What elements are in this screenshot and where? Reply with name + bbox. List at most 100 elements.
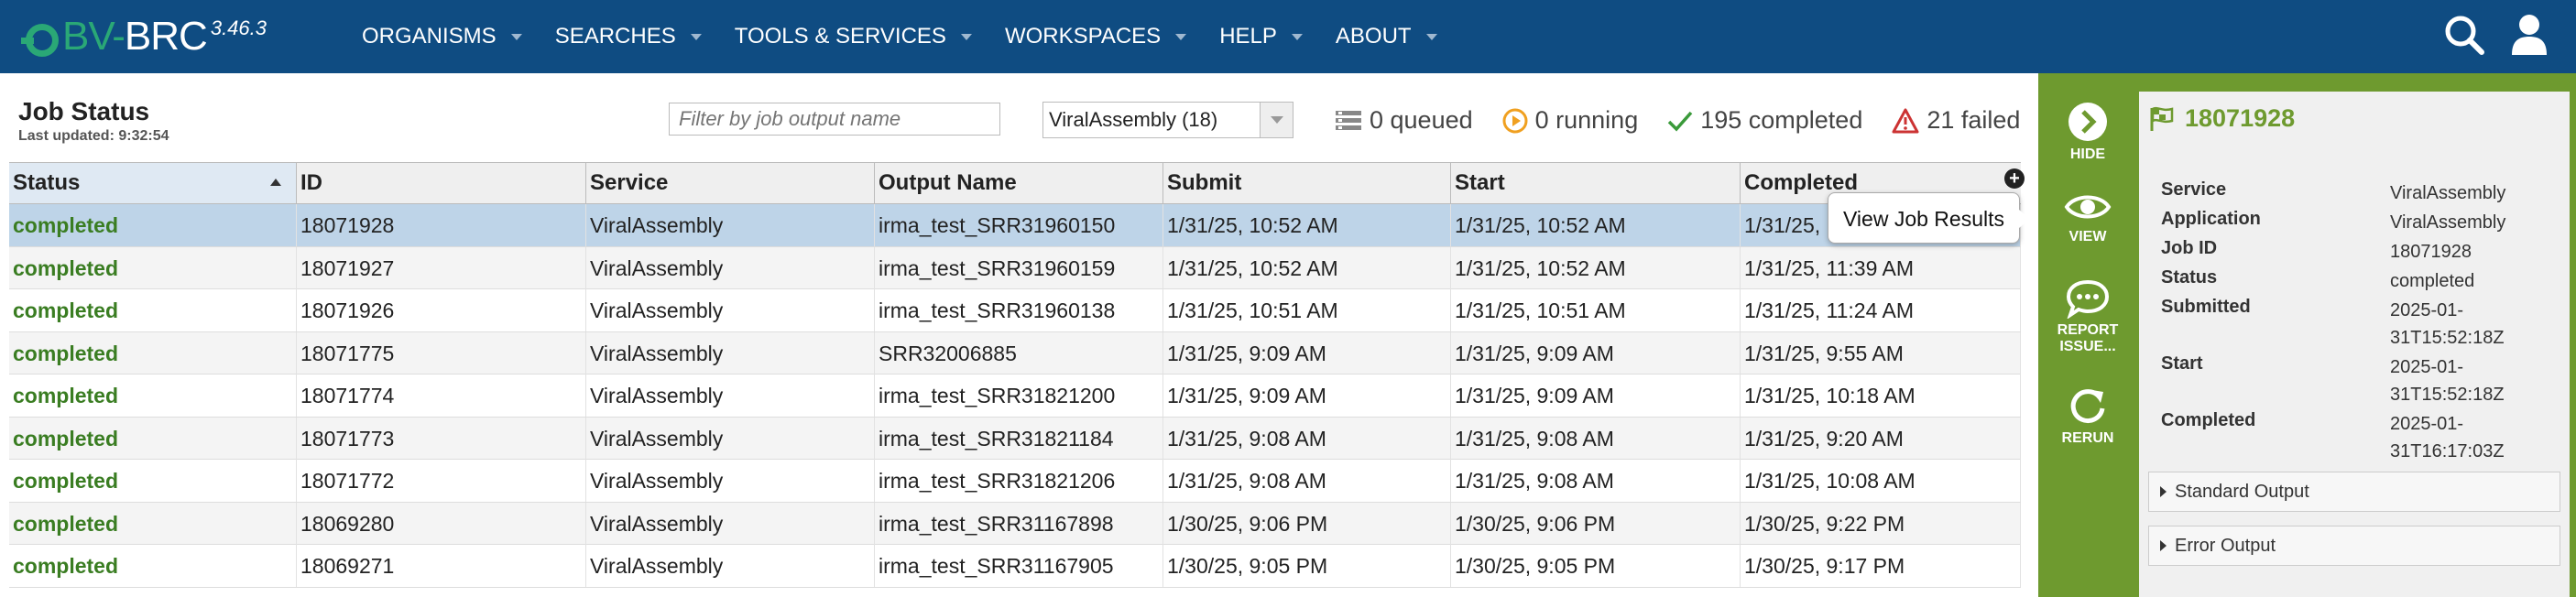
column-header-output-name[interactable]: Output Name xyxy=(875,163,1163,203)
top-navbar: BV-BRC 3.46.3 ORGANISMS SEARCHES TOOLS &… xyxy=(0,0,2576,73)
user-icon[interactable] xyxy=(2510,13,2549,57)
warning-icon xyxy=(1892,108,1919,133)
chevron-down-icon xyxy=(960,33,972,40)
cell-id: 18069271 xyxy=(297,545,586,587)
column-header-status[interactable]: Status xyxy=(9,163,297,203)
nav-workspaces[interactable]: WORKSPACES xyxy=(1005,24,1187,49)
cell-completed: 1/30/25, 9:17 PM xyxy=(1741,545,2021,587)
report-issue-button[interactable]: REPORT ISSUE... xyxy=(2038,278,2137,355)
cell-status: completed xyxy=(9,417,297,460)
cell-completed: 1/31/25, 10:08 AM xyxy=(1741,460,2021,502)
cell-service: ViralAssembly xyxy=(586,204,875,246)
column-header-submit[interactable]: Submit xyxy=(1163,163,1451,203)
table-row[interactable]: completed 18069271 ViralAssembly irma_test_… xyxy=(9,545,2021,588)
cell-service: ViralAssembly xyxy=(586,417,875,460)
play-circle-icon xyxy=(1502,108,1528,133)
table-row[interactable]: completed 18071774 ViralAssembly irma_test_… xyxy=(9,374,2021,418)
cell-id: 18071927 xyxy=(297,246,586,289)
cell-completed: 1/31/25, 9:55 AM xyxy=(1741,331,2021,374)
cell-output-name: irma_test_SRR31960159 xyxy=(875,246,1163,289)
queued-stat[interactable]: 0 queued xyxy=(1335,106,1473,135)
cell-submit: 1/31/25, 9:08 AM xyxy=(1163,460,1451,502)
cell-status: completed xyxy=(9,374,297,417)
table-row[interactable]: completed 18071928 ViralAssembly irma_test_… xyxy=(9,204,2021,247)
flag-icon xyxy=(2150,106,2174,131)
cell-service: ViralAssembly xyxy=(586,289,875,331)
chevron-down-icon xyxy=(690,33,702,40)
table-row[interactable]: completed 18071927 ViralAssembly irma_test_… xyxy=(9,246,2021,289)
nav-help[interactable]: HELP xyxy=(1219,24,1303,49)
cell-start: 1/31/25, 9:08 AM xyxy=(1451,460,1741,502)
error-output-accordion[interactable]: Error Output xyxy=(2148,526,2560,566)
failed-stat[interactable]: 21 failed xyxy=(1892,106,2020,135)
job-status-panel: Job Status Last updated: 9:32:54 ViralAs… xyxy=(0,73,2038,597)
job-stats: 0 queued 0 running 195 completed 21 fail… xyxy=(1335,106,2049,135)
cell-start: 1/31/25, 9:09 AM xyxy=(1451,374,1741,417)
table-row[interactable]: completed 18071926 ViralAssembly irma_test_… xyxy=(9,289,2021,332)
table-body: completed 18071928 ViralAssembly irma_test_… xyxy=(9,204,2021,588)
refresh-icon xyxy=(2070,389,2105,424)
job-detail-panel: 18071928 Service ViralAssembly Applicatio… xyxy=(2139,92,2570,597)
nav-searches[interactable]: SEARCHES xyxy=(555,24,702,49)
nav-tools-services[interactable]: TOOLS & SERVICES xyxy=(735,24,972,49)
table-row[interactable]: completed 18071773 ViralAssembly irma_test_… xyxy=(9,417,2021,460)
page-title: Job Status xyxy=(18,97,150,125)
completed-stat[interactable]: 195 completed xyxy=(1667,106,1862,135)
column-header-id[interactable]: ID xyxy=(297,163,586,203)
cell-submit: 1/31/25, 10:52 AM xyxy=(1163,204,1451,246)
action-bar: HIDE VIEW REPORT ISSUE... RERUN xyxy=(2038,73,2137,597)
cell-output-name: irma_test_SRR31821200 xyxy=(875,374,1163,417)
cell-status: completed xyxy=(9,545,297,587)
cell-output-name: irma_test_SRR31821184 xyxy=(875,417,1163,460)
output-name-filter-input[interactable] xyxy=(669,103,1000,136)
table-row[interactable]: completed 18071772 ViralAssembly irma_test_… xyxy=(9,460,2021,503)
cell-status: completed xyxy=(9,331,297,374)
chevron-down-icon xyxy=(510,33,522,40)
cell-completed: 1/31/25, 10:18 AM xyxy=(1741,374,2021,417)
cell-output-name: SRR32006885 xyxy=(875,331,1163,374)
add-column-icon[interactable]: + xyxy=(2004,168,2025,189)
service-filter-select[interactable]: ViralAssembly (18) xyxy=(1042,102,1293,138)
cell-status: completed xyxy=(9,204,297,246)
chevron-down-icon xyxy=(1175,33,1187,40)
cell-status: completed xyxy=(9,460,297,502)
view-job-results-tooltip: View Job Results xyxy=(1828,192,2030,244)
chevron-down-icon[interactable] xyxy=(1260,103,1293,137)
nav-organisms[interactable]: ORGANISMS xyxy=(362,24,522,49)
cell-output-name: irma_test_SRR31821206 xyxy=(875,460,1163,502)
cell-service: ViralAssembly xyxy=(586,545,875,587)
job-detail-sidebar: HIDE VIEW REPORT ISSUE... RERUN 18071928 … xyxy=(2038,73,2576,597)
cell-completed: 1/30/25, 9:22 PM xyxy=(1741,502,2021,545)
last-updated: Last updated: 9:32:54 xyxy=(18,128,169,144)
table-row[interactable]: completed 18069280 ViralAssembly irma_test_… xyxy=(9,502,2021,545)
search-icon[interactable] xyxy=(2442,13,2486,57)
sort-ascending-icon xyxy=(270,179,281,186)
chevron-right-circle-icon xyxy=(2068,103,2107,141)
table-header: Status ID Service Output Name Submit Sta… xyxy=(9,162,2025,204)
column-header-service[interactable]: Service xyxy=(586,163,875,203)
jobs-table: Status ID Service Output Name Submit Sta… xyxy=(9,162,2025,588)
cell-service: ViralAssembly xyxy=(586,374,875,417)
cell-completed: 1/31/25, 11:24 AM xyxy=(1741,289,2021,331)
cell-submit: 1/30/25, 9:05 PM xyxy=(1163,545,1451,587)
cell-status: completed xyxy=(9,246,297,289)
nav-about[interactable]: ABOUT xyxy=(1336,24,1437,49)
cell-id: 18071772 xyxy=(297,460,586,502)
cell-id: 18071774 xyxy=(297,374,586,417)
cell-service: ViralAssembly xyxy=(586,331,875,374)
rerun-button[interactable]: RERUN xyxy=(2038,385,2137,447)
standard-output-accordion[interactable]: Standard Output xyxy=(2148,472,2560,512)
view-button[interactable]: VIEW xyxy=(2038,189,2137,245)
app-version: 3.46.3 xyxy=(210,16,267,39)
cell-start: 1/31/25, 9:09 AM xyxy=(1451,331,1741,374)
column-header-start[interactable]: Start xyxy=(1451,163,1741,203)
bvbrc-logo[interactable]: BV-BRC 3.46.3 xyxy=(21,11,267,62)
cell-service: ViralAssembly xyxy=(586,502,875,545)
cell-id: 18071773 xyxy=(297,417,586,460)
hide-button[interactable]: HIDE xyxy=(2038,101,2137,163)
checkmark-icon xyxy=(1667,111,1693,132)
table-row[interactable]: completed 18071775 ViralAssembly SRR3200688… xyxy=(9,331,2021,374)
running-stat[interactable]: 0 running xyxy=(1502,106,1638,135)
cell-service: ViralAssembly xyxy=(586,246,875,289)
chat-bubble-icon xyxy=(2066,279,2110,319)
